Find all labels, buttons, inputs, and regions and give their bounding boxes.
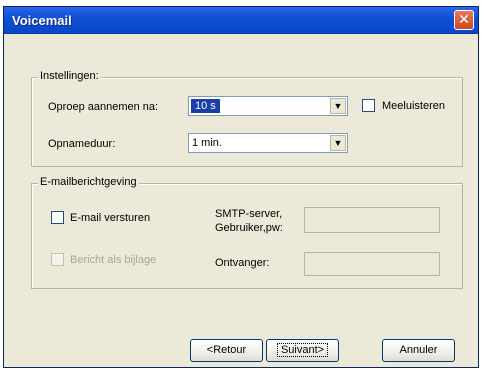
chevron-down-icon[interactable]: ▼ [330, 135, 346, 151]
recording-duration-select[interactable]: 1 min. ▼ [188, 133, 348, 153]
title-bar: Voicemail ✕ [4, 7, 478, 34]
attach-message-checkbox [51, 253, 64, 266]
cancel-button-label: Annuler [399, 344, 438, 356]
answer-after-label: Oproep aannemen na: [48, 101, 159, 113]
voicemail-dialog: Voicemail ✕ Instellingen: Oproep aanneme… [3, 6, 479, 368]
recipient-field[interactable] [304, 252, 440, 276]
next-button[interactable]: Suivant> [266, 339, 339, 362]
smtp-label: SMTP-server, [215, 208, 283, 220]
settings-group-label: Instellingen: [38, 70, 101, 82]
chevron-down-icon[interactable]: ▼ [330, 98, 346, 114]
back-button-label: <Retour [206, 344, 247, 356]
close-icon: ✕ [458, 11, 470, 27]
send-email-checkbox[interactable] [51, 211, 64, 224]
next-button-label: Suivant> [276, 343, 329, 357]
send-email-label: E-mail versturen [70, 212, 151, 224]
email-group-label: E-mailberichtgeving [38, 176, 139, 188]
recording-duration-value: 1 min. [192, 137, 222, 149]
cancel-button[interactable]: Annuler [382, 339, 455, 362]
settings-group: Instellingen: [31, 70, 463, 167]
answer-after-value: 10 s [191, 99, 220, 113]
answer-after-select[interactable]: 10 s ▼ [188, 96, 348, 116]
back-button[interactable]: <Retour [190, 339, 263, 362]
listen-in-checkbox[interactable] [362, 99, 375, 112]
recipient-label: Ontvanger: [215, 257, 270, 269]
window-title: Voicemail [12, 13, 72, 28]
listen-in-label: Meeluisteren [382, 100, 445, 112]
close-button[interactable]: ✕ [454, 10, 474, 30]
smtp-field[interactable] [304, 207, 440, 233]
recording-duration-label: Opnameduur: [48, 138, 116, 150]
attach-message-label: Bericht als bijlage [70, 254, 157, 266]
user-password-label: Gebruiker,pw: [215, 222, 283, 234]
